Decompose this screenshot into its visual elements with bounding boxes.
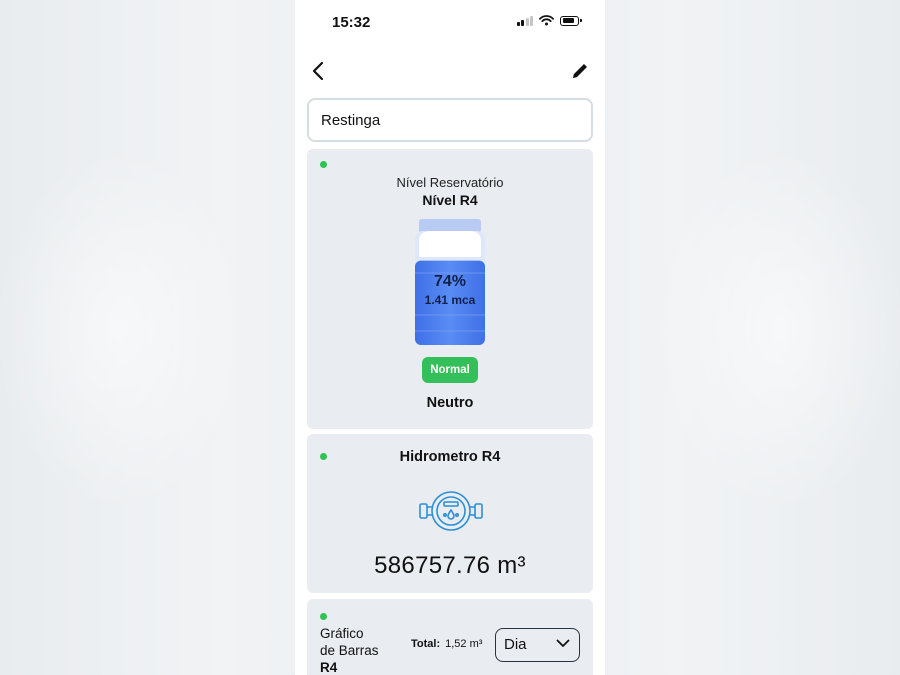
reservoir-title: Nível R4 xyxy=(422,192,478,208)
status-time: 15:32 xyxy=(332,14,371,31)
status-text: Neutro xyxy=(426,395,474,411)
phone-screen: 15:32 Nível Re xyxy=(295,0,605,675)
edit-button[interactable] xyxy=(565,56,595,86)
status-bar: 15:32 xyxy=(295,0,605,44)
level-mca: 1.41 mca xyxy=(424,293,476,307)
online-indicator xyxy=(320,613,327,620)
edit-icon xyxy=(573,64,587,78)
water-meter-card[interactable]: Hidrometro R4 586757.76 m³ xyxy=(307,434,593,593)
chart-title-line3: R4 xyxy=(320,660,338,675)
location-name-input[interactable] xyxy=(307,98,593,142)
total-label: Total: xyxy=(411,638,441,650)
total-value: 1,52 m³ xyxy=(445,638,483,650)
period-select[interactable]: Dia xyxy=(495,628,580,662)
tank-gauge: 74% 1.41 mca xyxy=(413,219,487,349)
reservoir-subtitle: Nível Reservatório xyxy=(396,175,504,190)
nav-bar xyxy=(295,54,605,86)
chart-title-line2: de Barras xyxy=(320,643,379,658)
signal-icon xyxy=(516,15,533,26)
chart-total: Total: 1,52 m³ xyxy=(411,638,482,650)
meter-reading: 586757.76 m³ xyxy=(374,552,526,579)
bar-chart-card[interactable]: Gráfico de Barras R4 Total: 1,52 m³ Dia xyxy=(307,599,593,675)
reservoir-level-card[interactable]: Nível Reservatório Nível R4 74% 1.41 mca… xyxy=(307,149,593,429)
chart-title-line1: Gráfico xyxy=(320,626,364,641)
wifi-icon xyxy=(539,15,554,26)
back-button[interactable] xyxy=(303,56,333,86)
online-indicator xyxy=(320,161,327,168)
water-meter-icon xyxy=(419,491,483,531)
back-icon xyxy=(312,61,324,81)
chart-title: Gráfico de Barras R4 xyxy=(320,625,379,675)
chevron-down-icon xyxy=(556,639,570,647)
period-selected-value: Dia xyxy=(504,636,527,653)
status-icons xyxy=(516,15,582,26)
meter-title: Hidrometro R4 xyxy=(399,449,501,465)
status-badge: Normal xyxy=(422,357,478,383)
battery-icon xyxy=(560,15,582,26)
level-percent: 74% xyxy=(433,273,467,290)
